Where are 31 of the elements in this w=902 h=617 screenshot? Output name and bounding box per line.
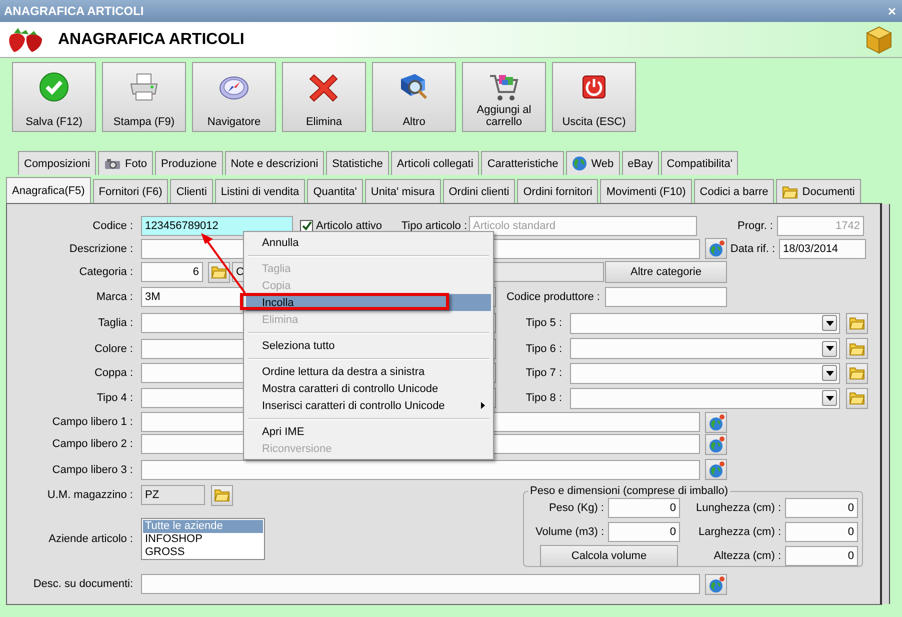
field-label: Descrizione : xyxy=(68,242,133,254)
field-label: Peso (Kg) : xyxy=(548,502,604,514)
page-title: ANAGRAFICA ARTICOLI xyxy=(58,30,246,48)
field-label: Campo libero 3 : xyxy=(51,464,133,476)
window-title: ANAGRAFICA ARTICOLI xyxy=(4,4,144,18)
field-label: Lunghezza (cm) : xyxy=(695,502,781,514)
field-label: Colore : xyxy=(93,342,133,354)
field-label: U.M. magazzino : xyxy=(46,489,133,501)
field-label: Tipo articolo : xyxy=(400,220,467,232)
field-label: Tipo 6 : xyxy=(524,342,562,354)
field-label: Marca : xyxy=(95,291,133,303)
field-label: Tipo 7 : xyxy=(524,367,562,379)
field-label: Categoria : xyxy=(78,266,133,278)
field-label: Tipo 8 : xyxy=(524,392,562,404)
field-label: Tipo 4 : xyxy=(96,392,133,404)
field-label: Campo libero 1 : xyxy=(51,416,133,428)
field-label: Altezza (cm) : xyxy=(712,550,781,562)
field-label: Aziende articolo : xyxy=(48,533,133,545)
field-label: Campo libero 2 : xyxy=(51,438,133,450)
field-label: Coppa : xyxy=(93,367,133,379)
field-label: Progr. : xyxy=(736,220,773,232)
field-label: Codice produttore : xyxy=(505,291,600,303)
group-title: Peso e dimensioni (comprese di imballo) xyxy=(529,485,730,497)
field-label: Taglia : xyxy=(97,317,133,329)
field-label: Codice : xyxy=(92,220,133,232)
checkbox-label: Articolo attivo xyxy=(316,220,384,232)
field-label: Larghezza (cm) : xyxy=(697,526,781,538)
field-label: Volume (m3) : xyxy=(534,526,604,538)
field-label: Desc. su documenti: xyxy=(32,578,133,590)
field-label: Tipo 5 : xyxy=(524,317,562,329)
field-label: Data rif. : xyxy=(729,242,775,254)
